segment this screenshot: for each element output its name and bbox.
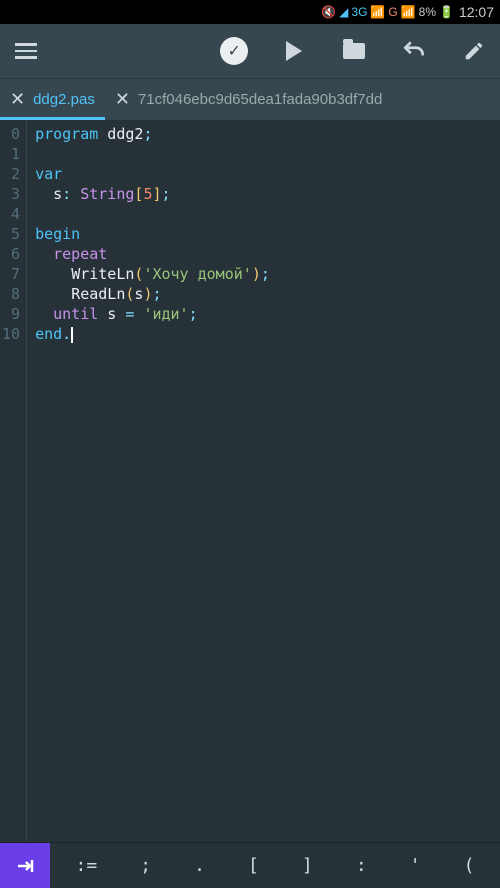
battery-percent: 8% [419, 5, 436, 19]
code-line[interactable]: ReadLn(s); [35, 284, 270, 304]
close-icon[interactable]: ✕ [115, 89, 130, 110]
line-number: 8 [2, 284, 20, 304]
code-line[interactable]: end. [35, 324, 270, 344]
symbol-key[interactable]: : [350, 847, 373, 884]
code-content[interactable]: program ddg2; var s: String[5]; begin repe… [27, 120, 270, 842]
edit-button[interactable] [456, 33, 492, 69]
code-line[interactable] [35, 204, 270, 224]
symbol-key[interactable]: ( [458, 847, 481, 884]
symbol-row: :=;. []: ' ( [50, 843, 500, 888]
hamburger-icon [15, 43, 37, 59]
clock: 12:07 [459, 4, 494, 20]
line-number: 3 [2, 184, 20, 204]
check-icon: ✓ [220, 37, 248, 65]
line-number: 2 [2, 164, 20, 184]
symbol-key[interactable]: ] [296, 847, 319, 884]
wifi-icon: ◢ [339, 5, 348, 19]
code-line[interactable]: var [35, 164, 270, 184]
undo-button[interactable] [396, 33, 432, 69]
tab-label: ddg2.pas [33, 91, 95, 108]
signal-icon-2: 📶 [401, 5, 416, 19]
line-number: 5 [2, 224, 20, 244]
line-number: 1 [2, 144, 20, 164]
line-gutter: 012345678910 [0, 120, 27, 842]
undo-icon [401, 38, 427, 64]
toolbar: ✓ [0, 24, 500, 78]
line-number: 4 [2, 204, 20, 224]
symbol-key[interactable]: ; [134, 847, 157, 884]
open-button[interactable] [336, 33, 372, 69]
tab-key-button[interactable] [0, 843, 50, 888]
tab-ddg2[interactable]: ✕ ddg2.pas [0, 79, 105, 120]
tab-arrow-icon [13, 854, 37, 878]
line-number: 7 [2, 264, 20, 284]
code-line[interactable]: until s = 'иди'; [35, 304, 270, 324]
tab-bar: ✕ ddg2.pas ✕ 71cf046ebc9d65dea1fada90b3d… [0, 78, 500, 120]
pencil-icon [463, 40, 485, 62]
tab-label: 71cf046ebc9d65dea1fada90b3df7dd [138, 91, 382, 108]
code-line[interactable]: repeat [35, 244, 270, 264]
code-line[interactable]: program ddg2; [35, 124, 270, 144]
run-button[interactable] [276, 33, 312, 69]
mute-icon: 🔇 [321, 5, 336, 19]
status-bar: 🔇 ◢ 3G 📶 G 📶 8% 🔋 12:07 [0, 0, 500, 24]
play-icon [286, 41, 302, 61]
line-number: 10 [2, 324, 20, 344]
symbol-key[interactable]: ' [404, 847, 427, 884]
symbol-key[interactable]: := [70, 847, 104, 884]
code-line[interactable]: begin [35, 224, 270, 244]
symbol-bar: :=;. []: ' ( [0, 842, 500, 888]
close-icon[interactable]: ✕ [10, 89, 25, 110]
line-number: 0 [2, 124, 20, 144]
folder-icon [343, 43, 365, 59]
code-line[interactable]: WriteLn('Хочу домой'); [35, 264, 270, 284]
network-3g: 3G [351, 5, 367, 19]
symbol-key[interactable]: [ [242, 847, 265, 884]
code-line[interactable]: s: String[5]; [35, 184, 270, 204]
signal-icon-1: 📶 [370, 5, 385, 19]
network-g: G [388, 5, 397, 19]
battery-icon: 🔋 [439, 5, 454, 19]
menu-button[interactable] [8, 33, 44, 69]
code-line[interactable] [35, 144, 270, 164]
compile-button[interactable]: ✓ [216, 33, 252, 69]
tab-hash[interactable]: ✕ 71cf046ebc9d65dea1fada90b3df7dd [105, 79, 393, 120]
status-icons: 🔇 ◢ 3G 📶 G 📶 8% 🔋 12:07 [321, 4, 494, 20]
symbol-key[interactable]: . [188, 847, 211, 884]
line-number: 6 [2, 244, 20, 264]
code-editor[interactable]: 012345678910 program ddg2; var s: String[… [0, 120, 500, 842]
line-number: 9 [2, 304, 20, 324]
